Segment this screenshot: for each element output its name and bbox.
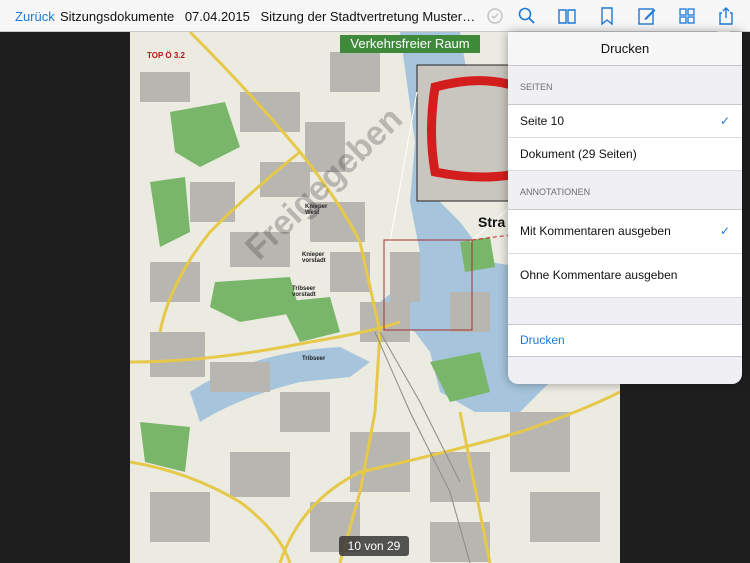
map-banner: Verkehrsfreier Raum: [340, 35, 480, 53]
option-without-comments[interactable]: Ohne Kommentare ausgeben: [508, 254, 742, 298]
share-icon[interactable]: [716, 6, 736, 26]
search-icon[interactable]: [517, 6, 537, 26]
pages-section-header: SEITEN: [520, 82, 553, 92]
annotations-section-header: ANNOTATIONEN: [520, 187, 591, 197]
city-label: Stra: [478, 214, 506, 230]
navigation-bar: Zurück Sitzungsdokumente 07.04.2015 Sitz…: [0, 0, 750, 32]
title-meeting: Sitzung der Stadtvertretung Musterst...: [260, 9, 478, 24]
checkmark-icon: ✓: [719, 114, 730, 128]
option-current-page[interactable]: Seite 10 ✓: [508, 104, 742, 138]
option-label: Ohne Kommentare ausgeben: [520, 268, 678, 282]
option-label: Seite 10: [520, 114, 565, 128]
popover-title: Drucken: [508, 32, 742, 66]
title-date: 07.04.2015: [184, 9, 250, 24]
topic-label: TOP Ö 3.2: [147, 51, 185, 60]
print-popover: Drucken SEITEN Seite 10 ✓ Dokument (29 S…: [508, 32, 742, 384]
bookmark-icon[interactable]: [597, 6, 617, 26]
district-label: Tribseer vorstadt: [292, 286, 316, 298]
district-label: Knieper vorstadt: [302, 252, 326, 264]
document-title: Sitzungsdokumente 07.04.2015 Sitzung der…: [60, 9, 478, 24]
checkmark-icon: ✓: [719, 224, 730, 238]
district-label: Tribseer: [302, 356, 326, 362]
option-with-comments[interactable]: Mit Kommentaren ausgeben ✓: [508, 209, 742, 254]
edit-icon[interactable]: [637, 6, 657, 26]
page-counter: 10 von 29: [339, 536, 409, 556]
sync-icon[interactable]: [485, 6, 505, 26]
grid-icon[interactable]: [677, 6, 697, 26]
title-section: Sitzungsdokumente: [60, 9, 175, 24]
book-icon[interactable]: [557, 6, 577, 26]
print-button[interactable]: Drucken: [508, 324, 742, 357]
back-button[interactable]: Zurück: [15, 9, 55, 24]
option-label: Dokument (29 Seiten): [520, 147, 637, 161]
option-label: Mit Kommentaren ausgeben: [520, 224, 671, 238]
option-whole-document[interactable]: Dokument (29 Seiten): [508, 138, 742, 171]
